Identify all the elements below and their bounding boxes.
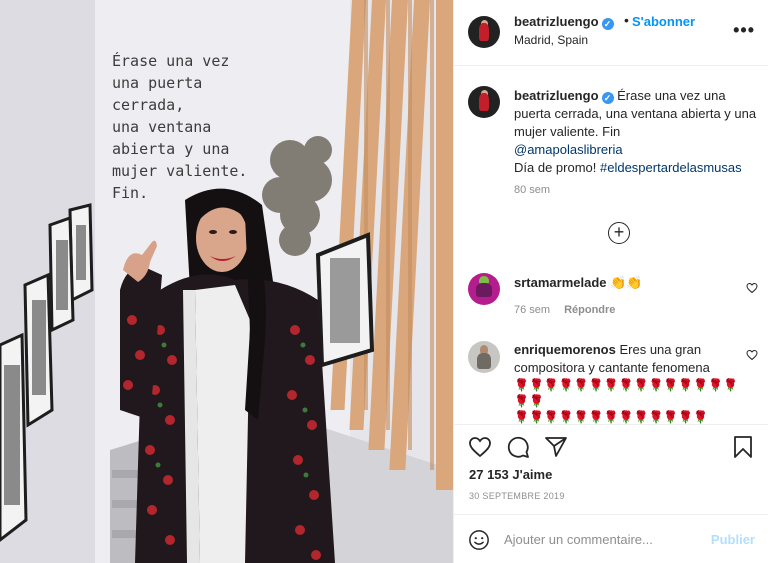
follow-button[interactable]: S'abonner xyxy=(632,14,695,29)
caption-mention-link[interactable]: @amapolaslibreria xyxy=(514,142,623,157)
comment-username[interactable]: srtamarmelade xyxy=(514,275,607,290)
caption-avatar[interactable] xyxy=(468,86,500,118)
smiley-icon[interactable] xyxy=(468,529,490,554)
bookmark-icon[interactable] xyxy=(732,435,754,462)
comment-input[interactable] xyxy=(504,528,694,550)
publish-button[interactable]: Publier xyxy=(711,532,755,547)
avatar[interactable] xyxy=(468,16,500,48)
comment-composer: Publier xyxy=(454,514,768,563)
post-actions: 27 153 J'aime 30 SEPTEMBRE 2019 xyxy=(454,424,768,514)
verified-badge-icon: ✓ xyxy=(601,18,614,30)
comment-like-icon[interactable] xyxy=(746,282,758,297)
comment-item: srtamarmelade 👏👏 xyxy=(514,274,734,292)
caption-text-2: Día de promo! xyxy=(514,160,597,175)
send-icon[interactable] xyxy=(544,435,568,462)
separator-dot: • xyxy=(624,12,629,28)
comment-timestamp[interactable]: 76 sem xyxy=(514,304,550,316)
post-caption: beatrizluengo ✓ Érase una vez una puerta … xyxy=(514,87,759,177)
post-photo[interactable]: Érase una vez una puerta cerrada, una ve… xyxy=(0,0,453,563)
heart-icon[interactable] xyxy=(468,435,492,462)
comment-username[interactable]: enriquemorenos xyxy=(514,342,616,357)
location-link[interactable]: Madrid, Spain xyxy=(514,33,588,47)
photo-overlay-text: Érase una vez una puerta cerrada, una ve… xyxy=(112,52,248,202)
header-username-group[interactable]: beatrizluengo ✓ xyxy=(514,14,614,30)
comment-icon[interactable] xyxy=(506,435,530,462)
comment-roses-line: 🌹🌹🌹🌹🌹🌹🌹🌹🌹🌹🌹🌹🌹🌹🌹🌹🌹 xyxy=(514,378,739,408)
caption-hashtag-link[interactable]: #eldespertardelasmusas xyxy=(600,160,742,175)
post-sidebar: beatrizluengo ✓ • S'abonner Madrid, Spain… xyxy=(453,0,768,563)
comment-text: 👏👏 xyxy=(610,275,643,290)
reply-button[interactable]: Répondre xyxy=(564,304,615,316)
load-more-comments-button[interactable]: + xyxy=(608,222,630,244)
more-options-icon[interactable]: ••• xyxy=(733,20,755,41)
commenter-avatar[interactable] xyxy=(468,341,500,373)
caption-timestamp[interactable]: 80 sem xyxy=(514,184,550,196)
caption-username[interactable]: beatrizluengo xyxy=(514,88,599,103)
comment-item: enriquemorenos Eres una gran compositora… xyxy=(514,341,739,425)
header-username[interactable]: beatrizluengo xyxy=(514,14,599,29)
commenter-avatar[interactable] xyxy=(468,273,500,305)
verified-badge-icon: ✓ xyxy=(601,92,614,104)
like-count[interactable]: 27 153 J'aime xyxy=(469,467,552,482)
post-date[interactable]: 30 SEPTEMBRE 2019 xyxy=(469,491,565,501)
comment-meta: 76 sem Répondre xyxy=(514,304,615,316)
comment-roses-line: 🌹🌹🌹🌹🌹🌹🌹🌹🌹🌹🌹🌹🌹 xyxy=(514,410,709,424)
comment-like-icon[interactable] xyxy=(746,349,758,364)
post-header: beatrizluengo ✓ • S'abonner Madrid, Spain… xyxy=(454,0,768,66)
